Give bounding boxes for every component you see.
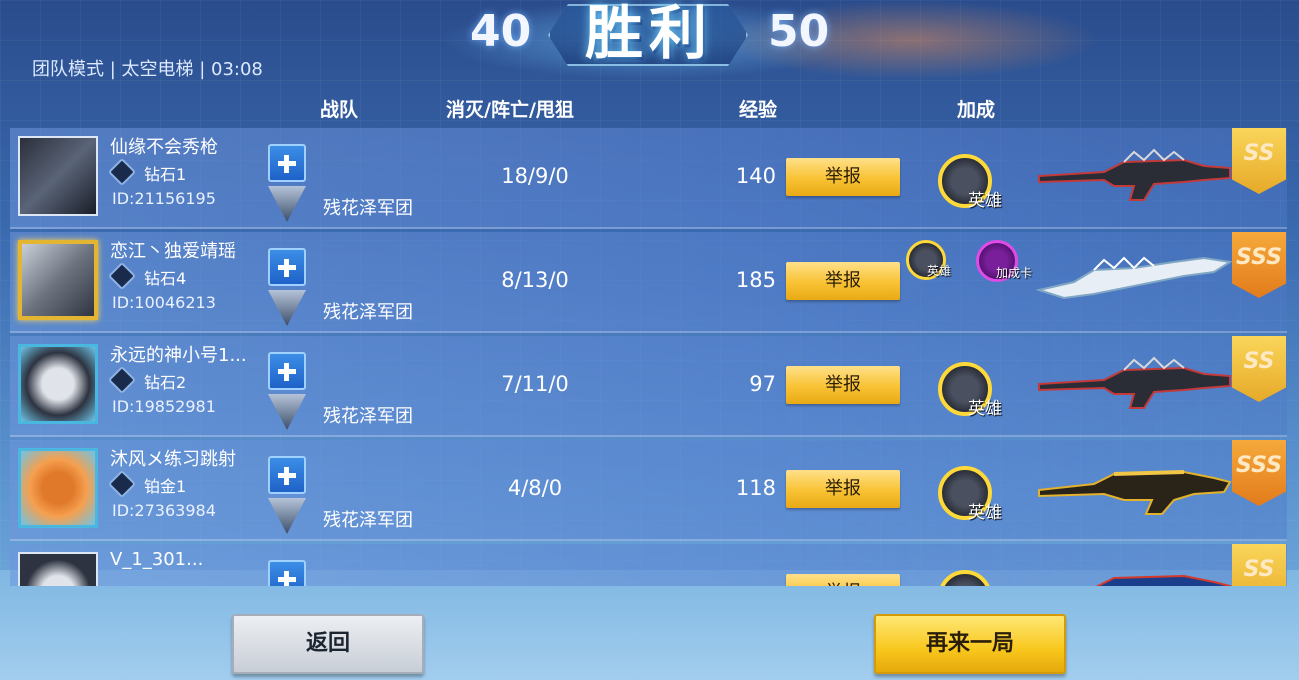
weapon-rank-badge: SS (1232, 544, 1286, 586)
diamond-rank-icon (107, 365, 137, 395)
report-button[interactable]: 举报 (786, 470, 900, 508)
result-header: 40 胜利 50 团队模式 | 太空电梯 | 03:08 (0, 0, 1299, 90)
player-rank: 钻石1 (144, 165, 187, 184)
weapon-rank-badge: SSS (1232, 232, 1286, 298)
rifle-weapon-icon (1038, 356, 1231, 409)
player-id: ID:27363984 (112, 501, 216, 520)
report-button[interactable]: 举报 (786, 158, 900, 196)
add-friend-button[interactable] (268, 456, 306, 494)
platinum-rank-icon (107, 469, 137, 499)
team-name: 残花泽军团 (323, 510, 413, 531)
player-exp: 97 (749, 372, 776, 396)
player-row: 仙缘不会秀枪 钻石1 ID:21156195 残花泽军团 18/9/0 140 … (10, 128, 1287, 229)
play-again-button[interactable]: 再来一局 (874, 614, 1066, 674)
column-bonus: 加成 (957, 99, 996, 121)
rifle-weapon-icon (1038, 148, 1231, 201)
player-name[interactable]: 恋江丶独爱靖瑶 (110, 237, 236, 263)
column-team: 战队 (320, 99, 359, 121)
add-friend-button[interactable] (268, 560, 306, 586)
team-name: 残花泽军团 (323, 406, 413, 427)
team-name: 残花泽军团 (323, 302, 413, 323)
player-exp: 140 (735, 164, 776, 188)
scoreboard-table[interactable]: 仙缘不会秀枪 钻石1 ID:21156195 残花泽军团 18/9/0 140 … (10, 128, 1287, 586)
report-button[interactable]: 举报 (786, 574, 900, 586)
player-rank: 铂金1 (144, 477, 187, 496)
player-exp: 185 (735, 268, 776, 292)
weapon-rank-badge: SS (1232, 336, 1286, 402)
hero-bonus-icon (938, 570, 992, 586)
team-emblem-icon (268, 186, 306, 222)
player-avatar[interactable] (18, 240, 98, 320)
team-emblem-icon (268, 394, 306, 430)
player-name[interactable]: 沐风メ练习跳射 (110, 445, 236, 471)
weapon-rank-badge: SSS (1232, 440, 1286, 506)
team-score-left: 40 (470, 6, 532, 57)
weapon-rank-badge: SS (1232, 128, 1286, 194)
player-kda: 4/8/0 (507, 476, 563, 500)
player-name[interactable]: 仙缘不会秀枪 (110, 133, 218, 159)
player-row: V_1_301... 举报 SS (10, 544, 1287, 586)
player-row: 沐风メ练习跳射 铂金1 ID:27363984 残花泽军团 4/8/0 118 … (10, 440, 1287, 541)
player-avatar[interactable] (18, 552, 98, 586)
player-row: 恋江丶独爱靖瑶 钻石4 ID:10046213 残花泽军团 8/13/0 185… (10, 232, 1287, 333)
back-button[interactable]: 返回 (232, 614, 424, 674)
report-button[interactable]: 举报 (786, 262, 900, 300)
player-rank: 钻石4 (144, 269, 187, 288)
add-friend-button[interactable] (268, 144, 306, 182)
result-title: 胜利 (584, 0, 713, 67)
player-id: ID:19852981 (112, 397, 216, 416)
hero-bonus-label: 英雄 (968, 191, 1002, 211)
floor-background (0, 570, 1299, 680)
column-kda: 消灭/阵亡/甩狙 (446, 99, 574, 121)
add-friend-button[interactable] (268, 248, 306, 286)
player-avatar[interactable] (18, 344, 98, 424)
dragon-rifle-weapon-icon (1035, 256, 1233, 300)
blue-rifle-weapon-icon (1095, 574, 1232, 586)
player-kda: 18/9/0 (501, 164, 569, 188)
column-exp: 经验 (739, 99, 778, 121)
hero-bonus-label: 英雄 (968, 503, 1002, 523)
diamond-rank-icon (107, 261, 137, 291)
player-kda: 7/11/0 (501, 372, 569, 396)
player-id: ID:10046213 (112, 293, 216, 312)
hero-bonus-label: 英雄 (927, 264, 952, 278)
player-rank: 钻石2 (144, 373, 187, 392)
team-name: 残花泽军团 (323, 198, 413, 219)
team-score-right: 50 (768, 6, 830, 57)
team-emblem-icon (268, 290, 306, 326)
player-name[interactable]: V_1_301... (110, 549, 203, 570)
bonus-card-label: 加成卡 (996, 266, 1033, 280)
player-row: 永远的神小号1... 钻石2 ID:19852981 残花泽军团 7/11/0 … (10, 336, 1287, 437)
gold-rifle-weapon-icon (1038, 470, 1232, 515)
player-name[interactable]: 永远的神小号1... (110, 341, 247, 367)
player-kda: 8/13/0 (501, 268, 569, 292)
report-button[interactable]: 举报 (786, 366, 900, 404)
player-id: ID:21156195 (112, 189, 216, 208)
player-avatar[interactable] (18, 448, 98, 528)
hero-bonus-label: 英雄 (968, 399, 1002, 419)
player-avatar[interactable] (18, 136, 98, 216)
match-info: 团队模式 | 太空电梯 | 03:08 (32, 59, 263, 80)
diamond-rank-icon (107, 157, 137, 187)
team-emblem-icon (268, 498, 306, 534)
player-exp: 118 (735, 476, 776, 500)
add-friend-button[interactable] (268, 352, 306, 390)
